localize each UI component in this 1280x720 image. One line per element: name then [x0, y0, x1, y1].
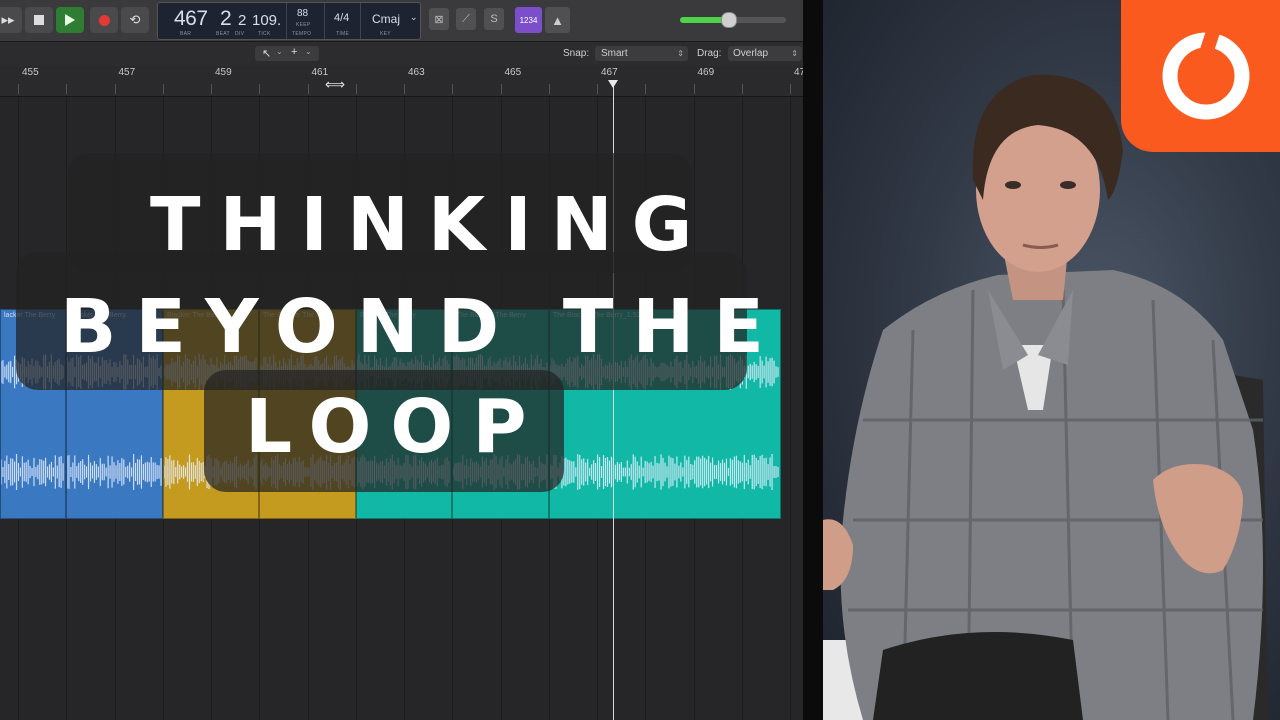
stop-button[interactable] [25, 7, 53, 33]
lcd-key: Cmaj [372, 12, 401, 26]
solo-button[interactable]: S [484, 8, 504, 30]
snap-value: Smart [601, 48, 628, 59]
lcd-div: 2 [238, 12, 247, 29]
ruler-tick [308, 84, 309, 94]
fast-forward-icon: ▸▸ [1, 12, 15, 27]
snap-select[interactable]: Smart ⇕ [595, 46, 688, 61]
ruler-bar-number: 469 [697, 67, 715, 78]
lcd-bar-label: BAR [180, 31, 192, 37]
ruler-tick [356, 84, 357, 94]
lcd-key-label: KEY [380, 31, 391, 37]
ruler-bar-number: 467 [601, 67, 618, 78]
ruler-tick [549, 84, 550, 94]
title-line-2: BEYOND THE [60, 284, 783, 370]
ruler-tick [211, 84, 212, 94]
lcd-bar: 467 [174, 7, 208, 30]
ruler-tick [694, 84, 695, 94]
lcd-div-label: DIV [235, 31, 245, 37]
ruler-tick [404, 84, 405, 94]
grid-line [790, 97, 791, 720]
drag-value: Overlap [733, 48, 769, 59]
waveform [67, 454, 162, 490]
ruler-bar-number: 47 [794, 67, 803, 78]
title-line-1: THINKING [150, 182, 712, 268]
replace-mode-button[interactable]: ⊠ [429, 8, 449, 30]
playhead-marker[interactable] [608, 80, 618, 88]
lcd-separator [286, 3, 287, 39]
lcd-display[interactable]: 467 2 2 109. BAR BEAT DIV TICK 88 KEEP T… [157, 2, 421, 40]
updown-icon: ⇕ [791, 49, 798, 58]
tuning-fork-icon: ⟋ [462, 12, 470, 25]
master-volume-slider[interactable] [680, 12, 786, 28]
ruler-bar-number: 457 [118, 67, 136, 78]
crosshair-icon: + [291, 46, 298, 58]
lcd-tempo: 88 [297, 8, 309, 19]
chevron-down-icon[interactable]: ⌄ [410, 12, 418, 23]
ruler-bar-number: 455 [22, 67, 39, 78]
lcd-beat-label: BEAT [216, 31, 230, 37]
record-icon [98, 14, 110, 26]
snap-label: Snap: [563, 48, 590, 59]
lcd-beat: 2 [220, 7, 232, 30]
lcd-time-signature: 4/4 [334, 12, 350, 24]
ruler-bar-number: 461 [311, 67, 329, 78]
stop-icon [34, 15, 44, 25]
ruler-tick [597, 84, 598, 94]
record-button[interactable] [90, 7, 118, 33]
pointer-icon: ↖ [262, 48, 272, 60]
count-in-label: 1234 [519, 15, 538, 25]
lcd-time-label: TIME [336, 31, 350, 37]
waveform [1, 454, 64, 490]
control-bar: ▸▸ ⟲ 467 2 2 109. BAR BEAT DIV TICK 88 K… [0, 0, 803, 42]
metronome-icon: ▲ [551, 12, 564, 28]
volume-knob[interactable] [720, 12, 737, 28]
solo-icon: S [490, 13, 498, 25]
chevron-down-icon: ⌄ [276, 47, 283, 56]
play-icon [65, 14, 75, 26]
ruler-tick [163, 84, 164, 94]
lcd-tick-label: TICK [258, 31, 271, 37]
frame-divider [803, 0, 823, 720]
updown-icon: ⇕ [677, 49, 684, 58]
brand-logo-icon [1162, 28, 1250, 120]
ruler-tick [501, 84, 502, 94]
ruler-bar-number: 465 [504, 67, 522, 78]
lcd-tempo-label: TEMPO [292, 31, 312, 37]
lcd-tick: 109. [252, 12, 282, 29]
timeline-ruler[interactable]: ⟺ 455 457 459 461 463 465 467 469 47 [0, 66, 803, 97]
brand-logo [1121, 0, 1280, 152]
cycle-button[interactable]: ⟲ [121, 7, 149, 33]
cycle-handle-icon[interactable]: ⟺ [325, 76, 345, 93]
lcd-separator [360, 3, 361, 39]
chevron-down-icon: ⌄ [305, 47, 312, 56]
ruler-tick [790, 84, 791, 94]
fast-forward-button[interactable]: ▸▸ [0, 7, 22, 33]
ruler-tick [645, 84, 646, 94]
drag-label: Drag: [697, 48, 722, 59]
waveform [550, 454, 779, 490]
metronome-button[interactable]: ▲ [545, 7, 570, 33]
ruler-tick [66, 84, 67, 94]
play-button[interactable] [56, 7, 84, 33]
ruler-tick [742, 84, 743, 94]
ruler-bar-number: 463 [408, 67, 425, 78]
lcd-tempo-mode: KEEP [296, 22, 311, 28]
ruler-tick [18, 84, 19, 94]
ruler-bar-number: 459 [215, 67, 232, 78]
tracks-toolbar: ↖ ⌄ + ⌄ Snap: Smart ⇕ Drag: Overlap ⇕ [0, 42, 803, 67]
lcd-separator [324, 3, 325, 39]
ruler-tick [259, 84, 260, 94]
tuner-button[interactable]: ⟋ [456, 8, 476, 30]
count-in-button[interactable]: 1234 [515, 7, 542, 33]
x-shield-icon: ⊠ [434, 13, 444, 26]
drag-select[interactable]: Overlap ⇕ [728, 46, 802, 61]
title-line-3: LOOP [245, 384, 546, 470]
ruler-tick [452, 84, 453, 94]
cycle-icon: ⟲ [129, 12, 141, 27]
tool-picker[interactable]: ↖ ⌄ + ⌄ [255, 46, 319, 61]
ruler-tick [115, 84, 116, 94]
